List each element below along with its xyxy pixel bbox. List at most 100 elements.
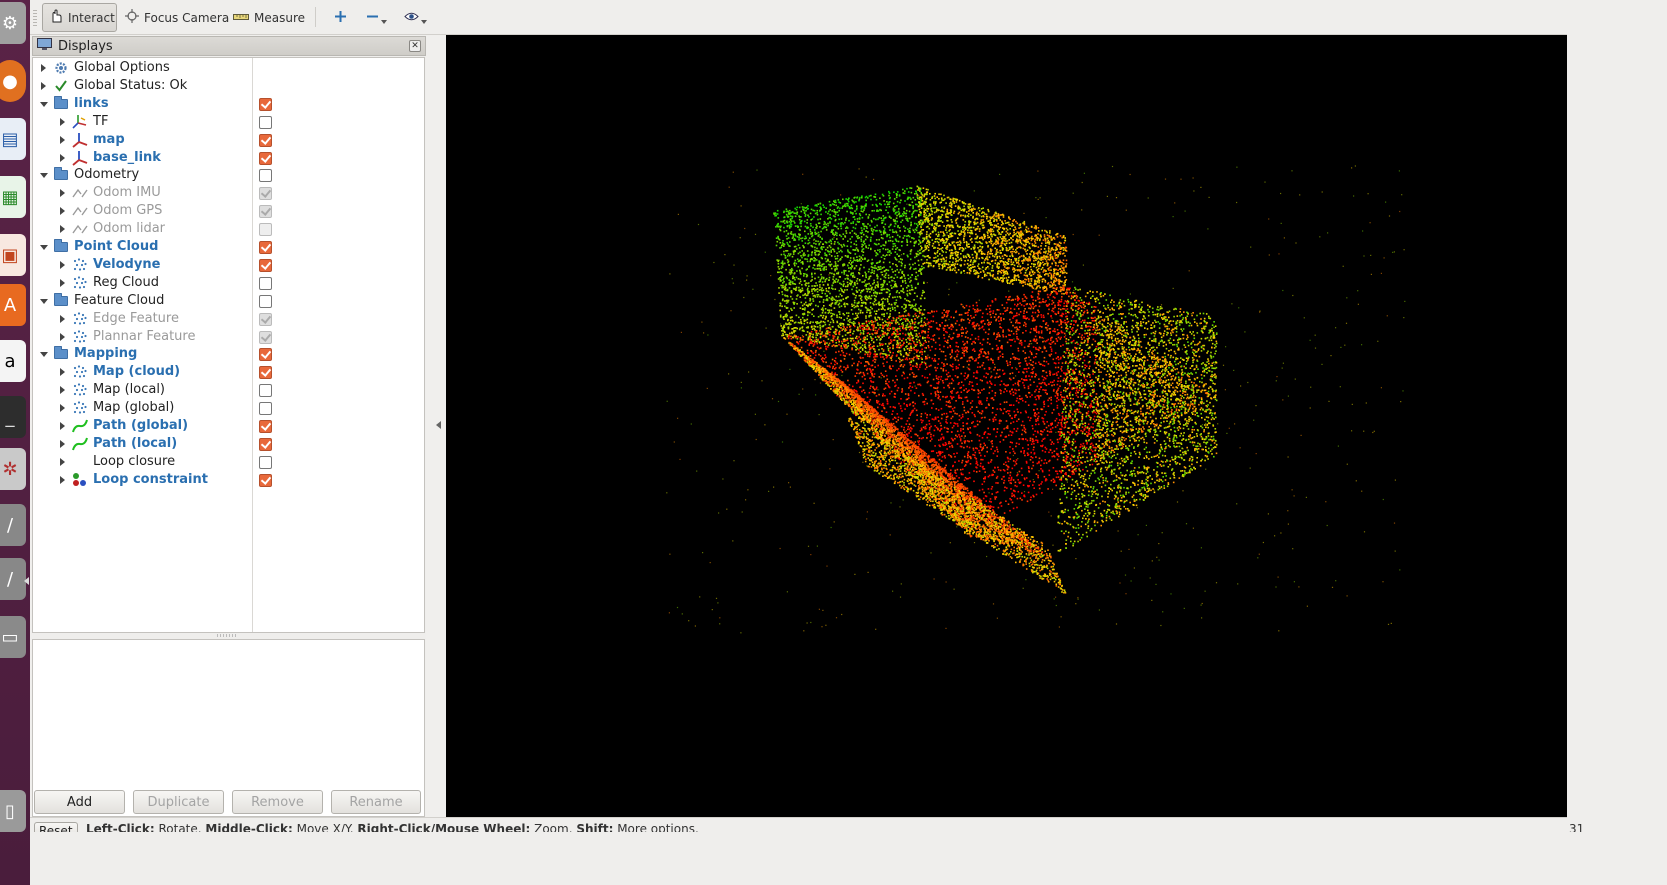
display-row[interactable]: Loop closure xyxy=(33,453,424,471)
expand-arrow-right-icon[interactable] xyxy=(60,207,65,216)
settings-icon[interactable]: ✲ xyxy=(0,448,26,490)
expand-arrow-right-icon[interactable] xyxy=(60,439,65,448)
expand-arrow-right-icon[interactable] xyxy=(60,153,65,162)
expand-arrow-right-icon[interactable] xyxy=(60,404,65,413)
ruler-icon xyxy=(233,11,249,25)
panels-visibility-button[interactable] xyxy=(398,3,433,32)
display-enable-checkbox[interactable] xyxy=(259,384,272,398)
add-tool-button[interactable] xyxy=(328,3,353,32)
display-row[interactable]: map xyxy=(33,131,424,149)
expand-arrow-right-icon[interactable] xyxy=(60,135,65,144)
display-row[interactable]: Loop constraint xyxy=(33,471,424,489)
duplicate-button[interactable]: Duplicate xyxy=(133,790,224,814)
display-enable-checkbox[interactable] xyxy=(259,258,272,272)
display-enable-checkbox[interactable] xyxy=(259,294,272,308)
expand-arrow-down-icon[interactable] xyxy=(40,101,48,107)
display-enable-checkbox[interactable] xyxy=(259,402,272,416)
add-button[interactable]: Add xyxy=(34,790,125,814)
expand-arrow-right-icon[interactable] xyxy=(60,422,65,430)
display-row[interactable]: links xyxy=(33,95,424,113)
render-3d-view[interactable] xyxy=(446,35,1567,817)
display-row[interactable]: Global Status: Ok xyxy=(33,77,424,95)
display-enable-checkbox[interactable] xyxy=(259,223,272,237)
expand-arrow-right-icon[interactable] xyxy=(60,386,65,395)
toolbar-grip[interactable] xyxy=(33,10,37,26)
close-icon[interactable]: ✕ xyxy=(409,40,421,52)
display-row[interactable]: Reg Cloud xyxy=(33,274,424,292)
expand-arrow-right-icon[interactable] xyxy=(60,117,65,126)
collapse-panel-icon[interactable] xyxy=(436,421,441,429)
impress-icon[interactable]: ▣ xyxy=(0,234,26,276)
display-enable-checkbox[interactable] xyxy=(259,151,272,165)
remove-tool-button[interactable] xyxy=(360,3,393,32)
display-row[interactable]: TF xyxy=(33,113,424,131)
expand-arrow-right-icon[interactable] xyxy=(41,81,46,90)
display-enable-checkbox[interactable] xyxy=(259,205,272,219)
display-row[interactable]: Feature Cloud xyxy=(33,292,424,310)
expand-arrow-down-icon[interactable] xyxy=(40,352,48,358)
display-row[interactable]: Map (global) xyxy=(33,399,424,417)
calc-icon[interactable]: ▦ xyxy=(0,176,26,218)
display-enable-checkbox[interactable] xyxy=(259,348,272,362)
expand-arrow-right-icon[interactable] xyxy=(60,225,65,234)
display-row[interactable]: Path (local) xyxy=(33,435,424,453)
terminal-icon[interactable]: _ xyxy=(0,396,26,438)
expand-arrow-down-icon[interactable] xyxy=(40,173,48,179)
expand-arrow-right-icon[interactable] xyxy=(60,457,65,466)
focus-camera-button[interactable]: Focus Camera xyxy=(119,3,235,32)
splitter-handle[interactable] xyxy=(217,634,237,637)
display-row[interactable]: Map (local) xyxy=(33,381,424,399)
expand-arrow-right-icon[interactable] xyxy=(60,332,65,341)
expand-arrow-right-icon[interactable] xyxy=(60,368,65,377)
expand-arrow-down-icon[interactable] xyxy=(40,245,48,250)
display-enable-checkbox[interactable] xyxy=(259,133,272,147)
rviz-icon-2[interactable]: / xyxy=(0,558,26,600)
display-row[interactable]: base_link xyxy=(33,149,424,167)
display-enable-checkbox[interactable] xyxy=(259,187,272,201)
display-row[interactable]: Odom GPS xyxy=(33,202,424,220)
display-row[interactable]: Edge Feature xyxy=(33,310,424,328)
measure-button[interactable]: Measure xyxy=(227,3,311,32)
display-enable-checkbox[interactable] xyxy=(259,473,272,487)
display-row[interactable]: Odometry xyxy=(33,166,424,184)
remove-button[interactable]: Remove xyxy=(232,790,323,814)
display-row[interactable]: Path (global) xyxy=(33,417,424,435)
dash-icon[interactable]: ⚙ xyxy=(0,2,26,44)
display-enable-checkbox[interactable] xyxy=(259,330,272,344)
display-enable-checkbox[interactable] xyxy=(259,312,272,326)
expand-arrow-right-icon[interactable] xyxy=(60,475,65,484)
firefox-icon[interactable]: ● xyxy=(0,60,26,102)
rename-button[interactable]: Rename xyxy=(331,790,421,814)
expand-arrow-right-icon[interactable] xyxy=(60,189,65,198)
display-row[interactable]: Mapping xyxy=(33,345,424,363)
display-enable-checkbox[interactable] xyxy=(259,169,272,183)
expand-arrow-right-icon[interactable] xyxy=(41,64,46,72)
interact-button[interactable]: Interact xyxy=(42,3,117,32)
trash-icon[interactable]: ▯ xyxy=(0,790,26,832)
software-center-icon[interactable]: A xyxy=(0,284,26,326)
files-icon[interactable]: ▭ xyxy=(0,616,26,658)
chevron-down-icon xyxy=(421,19,427,24)
display-row[interactable]: Point Cloud xyxy=(33,238,424,256)
display-row[interactable]: Plannar Feature xyxy=(33,328,424,346)
rviz-icon[interactable]: / xyxy=(0,504,26,546)
expand-arrow-down-icon[interactable] xyxy=(40,298,48,304)
display-enable-checkbox[interactable] xyxy=(259,276,272,290)
display-enable-checkbox[interactable] xyxy=(259,455,272,469)
display-enable-checkbox[interactable] xyxy=(259,437,272,451)
display-enable-checkbox[interactable] xyxy=(259,115,272,129)
display-row[interactable]: Global Options xyxy=(33,59,424,77)
expand-arrow-right-icon[interactable] xyxy=(60,314,65,323)
display-enable-checkbox[interactable] xyxy=(259,241,272,254)
expand-arrow-right-icon[interactable] xyxy=(60,278,65,287)
display-row[interactable]: Velodyne xyxy=(33,256,424,274)
display-row[interactable]: Odom lidar xyxy=(33,220,424,238)
display-enable-checkbox[interactable] xyxy=(259,366,272,380)
display-enable-checkbox[interactable] xyxy=(259,420,272,433)
display-row[interactable]: Map (cloud) xyxy=(33,363,424,381)
amazon-icon[interactable]: a xyxy=(0,340,26,382)
expand-arrow-right-icon[interactable] xyxy=(60,260,65,269)
writer-icon[interactable]: ▤ xyxy=(0,118,26,160)
display-row[interactable]: Odom IMU xyxy=(33,184,424,202)
display-enable-checkbox[interactable] xyxy=(259,97,272,111)
